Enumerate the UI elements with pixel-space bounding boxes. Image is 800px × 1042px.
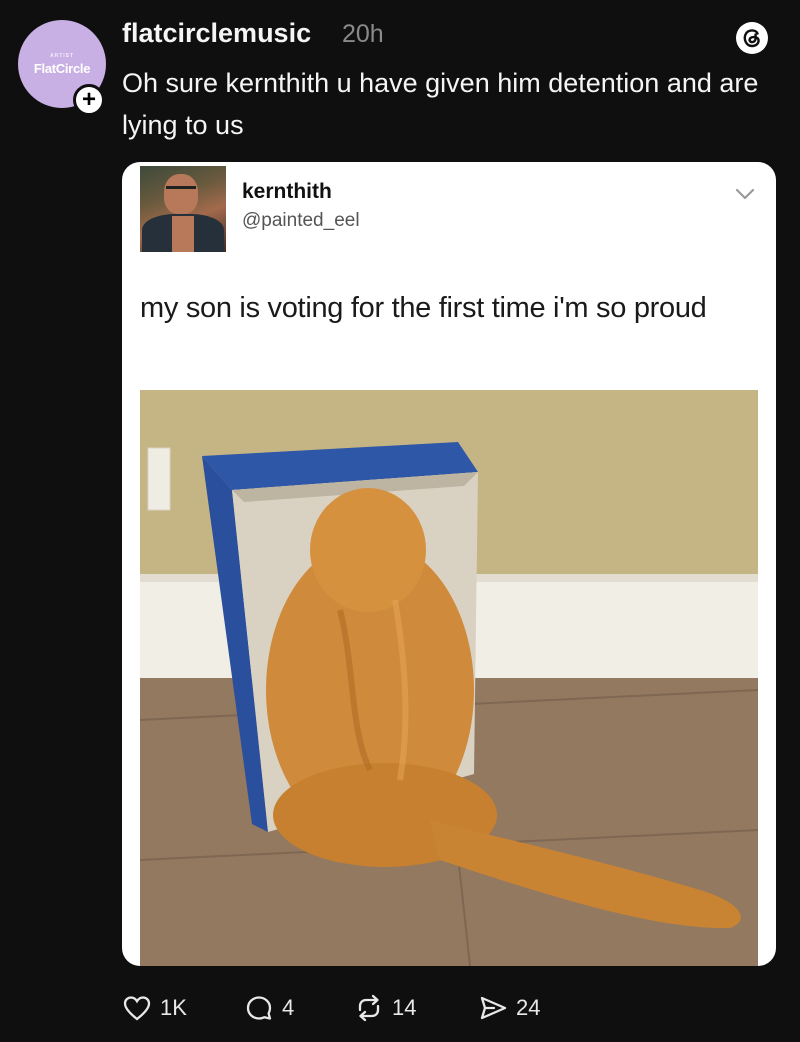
tweet-display-name[interactable]: kernthith <box>242 180 332 204</box>
embedded-tweet-card[interactable]: kernthith @painted_eel my son is voting … <box>122 162 776 966</box>
like-count: 1K <box>160 995 187 1020</box>
plus-icon: + <box>81 86 96 113</box>
share-button[interactable]: 24 <box>478 986 540 1030</box>
chevron-down-icon[interactable] <box>734 186 756 202</box>
avatar-brand-text: FlatCircle <box>33 60 91 76</box>
threads-post: ARTIST FlatCircle + flatcirclemusic 20h … <box>0 0 800 1042</box>
repost-count: 14 <box>392 995 417 1020</box>
username[interactable]: flatcirclemusic <box>122 18 311 49</box>
reply-button[interactable]: 4 <box>244 986 294 1030</box>
tweet-text: my son is voting for the first time i'm … <box>140 292 707 324</box>
heart-icon <box>123 996 151 1021</box>
reply-count: 4 <box>282 995 295 1020</box>
tweet-avatar[interactable] <box>140 166 226 252</box>
share-count: 24 <box>516 995 541 1020</box>
tweet-handle[interactable]: @painted_eel <box>242 210 360 232</box>
share-icon <box>480 996 507 1020</box>
comment-icon <box>246 996 272 1020</box>
post-text: Oh sure kernthith u have given him deten… <box>122 68 759 140</box>
follow-button[interactable]: + <box>73 84 105 116</box>
timestamp: 20h <box>342 20 384 48</box>
avatar-tag-text: ARTIST <box>49 52 75 59</box>
threads-logo-icon[interactable] <box>734 20 770 56</box>
repost-button[interactable]: 14 <box>354 986 416 1030</box>
like-button[interactable]: 1K <box>122 986 187 1030</box>
repost-icon <box>358 994 380 1022</box>
cat-in-box-photo <box>140 390 758 966</box>
